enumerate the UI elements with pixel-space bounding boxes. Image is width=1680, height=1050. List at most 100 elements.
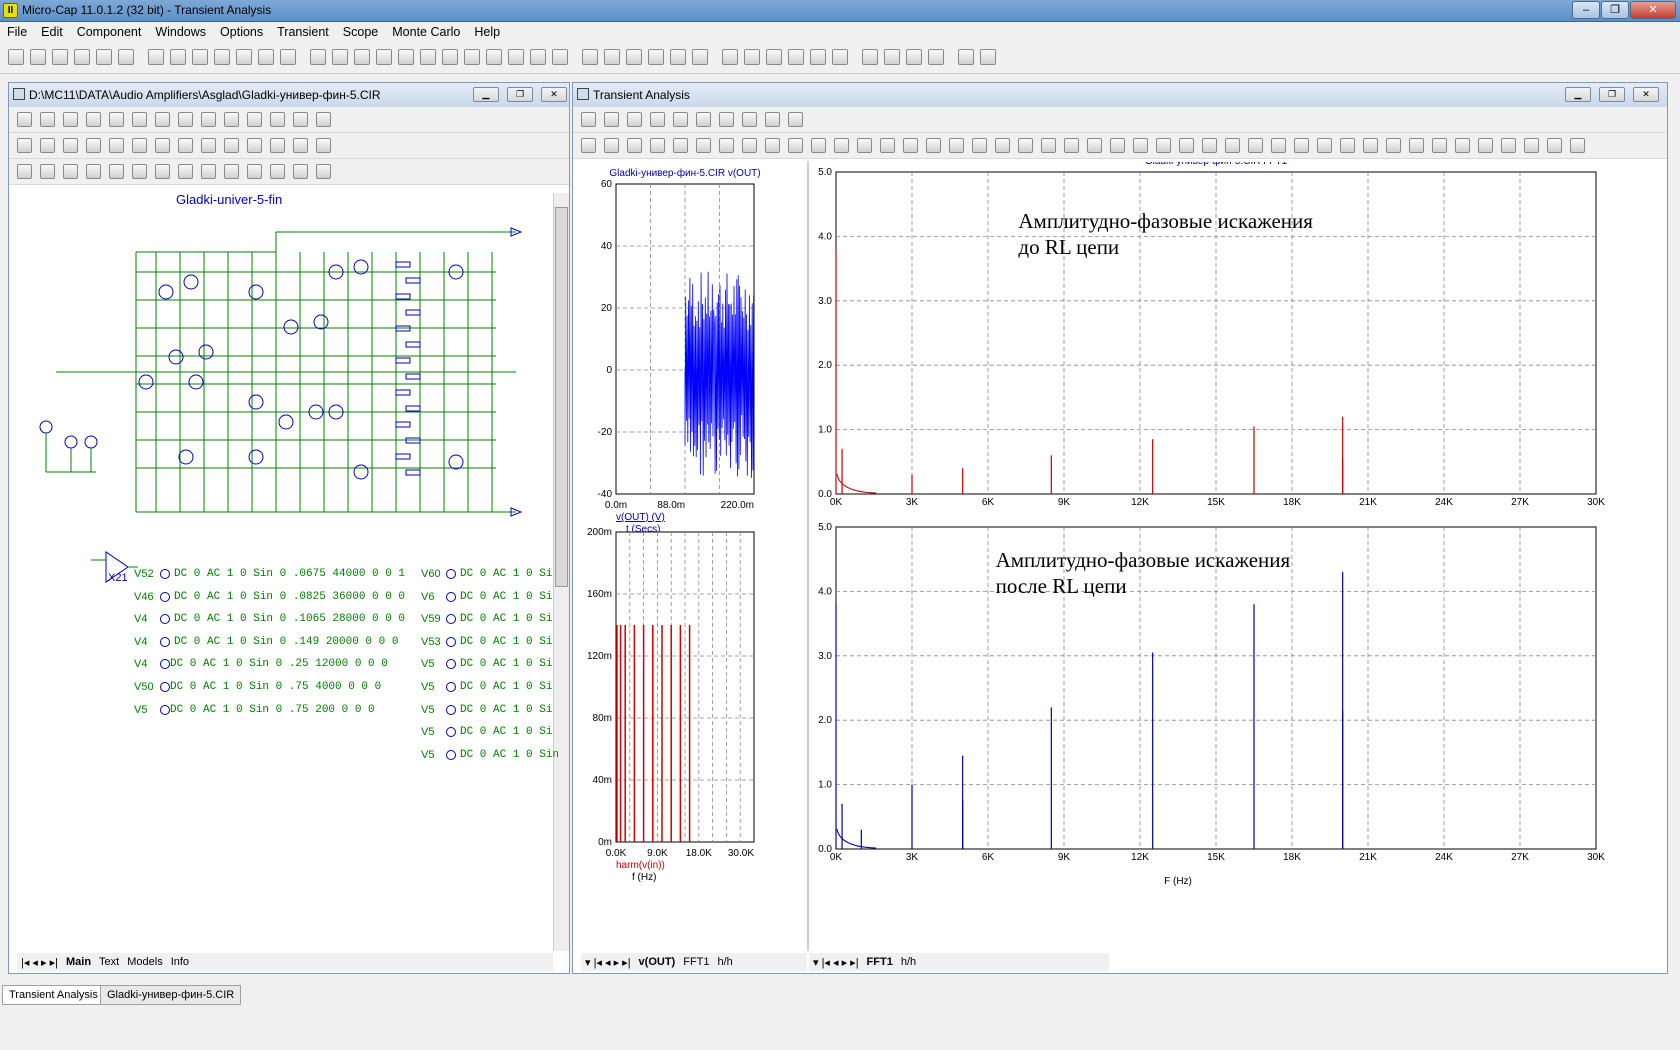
toolbar-button-26-icon[interactable] bbox=[604, 49, 620, 65]
menu-options[interactable]: Options bbox=[213, 25, 270, 39]
tab-text[interactable]: Text bbox=[95, 956, 123, 968]
toolbar-button-31-icon[interactable] bbox=[722, 49, 738, 65]
subtoolbar-button-8-icon[interactable] bbox=[201, 138, 216, 153]
subtoolbar-button-1-icon[interactable] bbox=[40, 138, 55, 153]
toolbar-button-17-icon[interactable] bbox=[398, 49, 414, 65]
menu-file[interactable]: File bbox=[0, 25, 34, 39]
subtoolbar-button-8-icon[interactable] bbox=[765, 112, 780, 127]
toolbar-button-7-icon[interactable] bbox=[170, 49, 186, 65]
subtoolbar-button-43-icon[interactable] bbox=[1570, 138, 1585, 153]
subtoolbar-button-31-icon[interactable] bbox=[1294, 138, 1309, 153]
toolbar-button-40-icon[interactable] bbox=[928, 49, 944, 65]
toolbar-button-24-icon[interactable] bbox=[552, 49, 568, 65]
tab-fft1-right[interactable]: FFT1 bbox=[863, 956, 897, 968]
subtoolbar-button-34-icon[interactable] bbox=[1363, 138, 1378, 153]
toolbar-button-13-icon[interactable] bbox=[310, 49, 326, 65]
subtoolbar-button-1-icon[interactable] bbox=[604, 138, 619, 153]
toolbar-button-36-icon[interactable] bbox=[832, 49, 848, 65]
subtoolbar-button-30-icon[interactable] bbox=[1271, 138, 1286, 153]
subtoolbar-button-10-icon[interactable] bbox=[247, 138, 262, 153]
doc-tab-transient[interactable]: Transient Analysis bbox=[2, 985, 105, 1005]
subtoolbar-button-2-icon[interactable] bbox=[627, 138, 642, 153]
subtoolbar-button-36-icon[interactable] bbox=[1409, 138, 1424, 153]
toolbar-button-37-icon[interactable] bbox=[862, 49, 878, 65]
subtoolbar-button-13-icon[interactable] bbox=[880, 138, 895, 153]
subtoolbar-button-21-icon[interactable] bbox=[1064, 138, 1079, 153]
subtoolbar-button-10-icon[interactable] bbox=[811, 138, 826, 153]
subtoolbar-button-16-icon[interactable] bbox=[949, 138, 964, 153]
subtoolbar-button-25-icon[interactable] bbox=[1156, 138, 1171, 153]
subtoolbar-button-11-icon[interactable] bbox=[270, 138, 285, 153]
subtoolbar-button-32-icon[interactable] bbox=[1317, 138, 1332, 153]
menu-edit[interactable]: Edit bbox=[34, 25, 70, 39]
tab-vout[interactable]: v(OUT) bbox=[635, 956, 680, 968]
subtoolbar-button-2-icon[interactable] bbox=[63, 164, 78, 179]
subtoolbar-button-37-icon[interactable] bbox=[1432, 138, 1447, 153]
tab-fft1-left[interactable]: FFT1 bbox=[679, 956, 713, 968]
subtoolbar-button-28-icon[interactable] bbox=[1225, 138, 1240, 153]
menu-help[interactable]: Help bbox=[467, 25, 507, 39]
subtoolbar-button-7-icon[interactable] bbox=[742, 112, 757, 127]
subtoolbar-button-7-icon[interactable] bbox=[178, 112, 193, 127]
subtoolbar-button-9-icon[interactable] bbox=[224, 164, 239, 179]
subtoolbar-button-0-icon[interactable] bbox=[17, 112, 32, 127]
toolbar-button-25-icon[interactable] bbox=[582, 49, 598, 65]
toolbar-button-20-icon[interactable] bbox=[464, 49, 480, 65]
subtoolbar-button-7-icon[interactable] bbox=[178, 138, 193, 153]
toolbar-button-35-icon[interactable] bbox=[810, 49, 826, 65]
toolbar-button-18-icon[interactable] bbox=[420, 49, 436, 65]
menu-component[interactable]: Component bbox=[70, 25, 149, 39]
subtoolbar-button-20-icon[interactable] bbox=[1041, 138, 1056, 153]
subtoolbar-button-13-icon[interactable] bbox=[316, 112, 331, 127]
toolbar-button-10-icon[interactable] bbox=[236, 49, 252, 65]
analysis-close-button[interactable]: ✕ bbox=[1633, 87, 1659, 102]
toolbar-button-16-icon[interactable] bbox=[376, 49, 392, 65]
subtoolbar-button-8-icon[interactable] bbox=[201, 112, 216, 127]
subtoolbar-button-7-icon[interactable] bbox=[178, 164, 193, 179]
subtoolbar-button-40-icon[interactable] bbox=[1501, 138, 1516, 153]
subtoolbar-button-5-icon[interactable] bbox=[696, 138, 711, 153]
analysis-restore-button[interactable]: ❐ bbox=[1599, 87, 1625, 102]
subtoolbar-button-2-icon[interactable] bbox=[627, 112, 642, 127]
subtoolbar-button-1-icon[interactable] bbox=[40, 112, 55, 127]
toolbar-button-2-icon[interactable] bbox=[52, 49, 68, 65]
toolbar-button-22-icon[interactable] bbox=[508, 49, 524, 65]
subtoolbar-button-12-icon[interactable] bbox=[293, 164, 308, 179]
toolbar-button-39-icon[interactable] bbox=[906, 49, 922, 65]
schematic-vscrollbar[interactable] bbox=[553, 193, 569, 951]
toolbar-button-41-icon[interactable] bbox=[958, 49, 974, 65]
subtoolbar-button-41-icon[interactable] bbox=[1524, 138, 1539, 153]
tab-info[interactable]: Info bbox=[167, 956, 193, 968]
subtoolbar-button-24-icon[interactable] bbox=[1133, 138, 1148, 153]
subtoolbar-button-42-icon[interactable] bbox=[1547, 138, 1562, 153]
maximize-button[interactable]: ❐ bbox=[1601, 1, 1629, 19]
toolbar-button-34-icon[interactable] bbox=[788, 49, 804, 65]
toolbar-button-19-icon[interactable] bbox=[442, 49, 458, 65]
subtoolbar-button-4-icon[interactable] bbox=[109, 164, 124, 179]
subtoolbar-button-0-icon[interactable] bbox=[17, 138, 32, 153]
toolbar-button-32-icon[interactable] bbox=[744, 49, 760, 65]
toolbar-button-0-icon[interactable] bbox=[8, 49, 24, 65]
subtoolbar-button-6-icon[interactable] bbox=[719, 138, 734, 153]
subtoolbar-button-13-icon[interactable] bbox=[316, 164, 331, 179]
subtoolbar-button-9-icon[interactable] bbox=[788, 112, 803, 127]
subtoolbar-button-2-icon[interactable] bbox=[63, 112, 78, 127]
subtoolbar-button-27-icon[interactable] bbox=[1202, 138, 1217, 153]
subtoolbar-button-3-icon[interactable] bbox=[86, 164, 101, 179]
subtoolbar-button-6-icon[interactable] bbox=[155, 112, 170, 127]
tab-models[interactable]: Models bbox=[123, 956, 166, 968]
menu-transient[interactable]: Transient bbox=[270, 25, 336, 39]
toolbar-button-12-icon[interactable] bbox=[280, 49, 296, 65]
subtoolbar-button-8-icon[interactable] bbox=[201, 164, 216, 179]
schematic-canvas[interactable]: Gladki-univer-5-fin X21 V52 DC 0 AC 1 0 S… bbox=[16, 192, 559, 952]
subtoolbar-button-39-icon[interactable] bbox=[1478, 138, 1493, 153]
subtoolbar-button-1-icon[interactable] bbox=[604, 112, 619, 127]
tab-nav-icon[interactable]: |◂ ◂ ▸ ▸| bbox=[17, 956, 62, 969]
subtoolbar-button-5-icon[interactable] bbox=[696, 112, 711, 127]
subtoolbar-button-19-icon[interactable] bbox=[1018, 138, 1033, 153]
toolbar-button-8-icon[interactable] bbox=[192, 49, 208, 65]
subtoolbar-button-4-icon[interactable] bbox=[109, 138, 124, 153]
schematic-close-button[interactable]: ✕ bbox=[541, 87, 567, 102]
subtoolbar-button-10-icon[interactable] bbox=[247, 164, 262, 179]
toolbar-button-9-icon[interactable] bbox=[214, 49, 230, 65]
